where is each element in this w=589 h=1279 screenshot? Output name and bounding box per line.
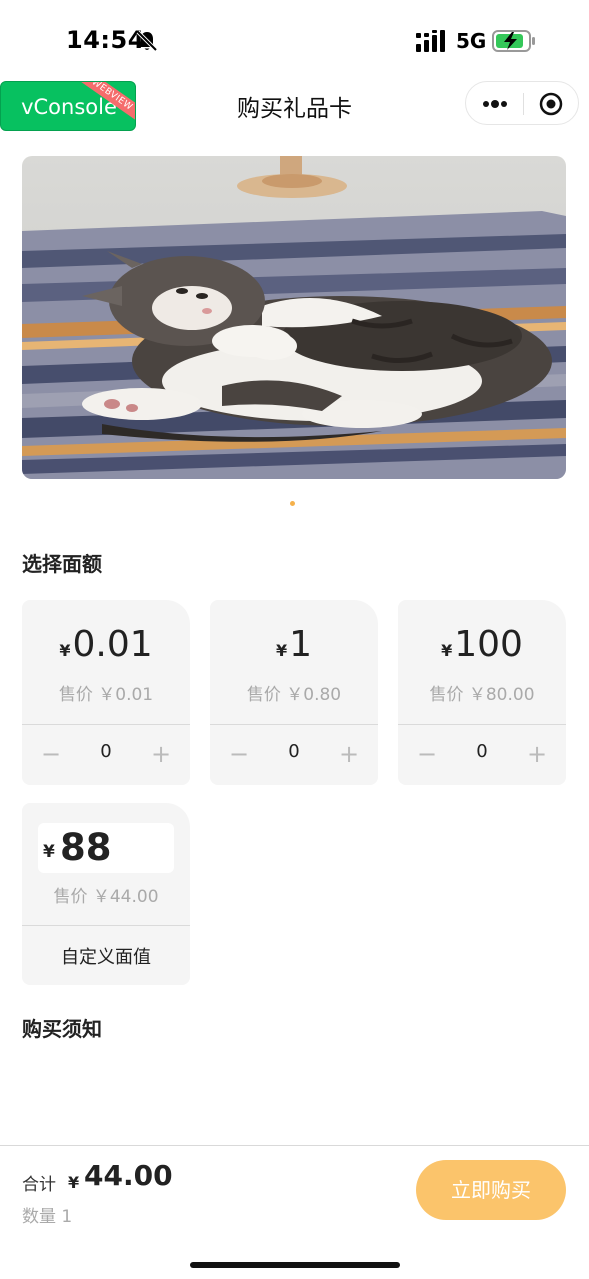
status-time: 14:54 (66, 26, 145, 54)
quantity-stepper: − 0 + (398, 725, 566, 785)
capsule-divider (523, 93, 524, 115)
denomination-section-title: 选择面额 (22, 552, 102, 576)
carousel-dot (290, 501, 295, 506)
mini-program-capsule (465, 81, 579, 125)
bell-slash-icon (136, 30, 158, 52)
decrement-button[interactable]: − (224, 739, 254, 769)
more-icon[interactable] (480, 90, 510, 118)
banner-image[interactable] (22, 156, 566, 479)
quantity-value: 0 (100, 741, 112, 762)
notice-section-title: 购买须知 (22, 1017, 102, 1041)
denomination-card[interactable]: ¥0.01 售价 ￥0.01 − 0 + (22, 600, 190, 785)
custom-card-price: 售价 ￥44.00 (53, 887, 159, 907)
card-face-value: ¥100 (398, 624, 566, 665)
face-value: 100 (454, 624, 523, 665)
total-currency: ¥ (68, 1173, 80, 1192)
denomination-card[interactable]: ¥100 售价 ￥80.00 − 0 + (398, 600, 566, 785)
nav-bar: vConsole WEBVIEW 购买礼品卡 (0, 80, 589, 131)
denomination-card[interactable]: ¥1 售价 ￥0.80 − 0 + (210, 600, 378, 785)
quantity-stepper: − 0 + (210, 725, 378, 785)
status-bar: 14:54 5G (0, 0, 589, 84)
increment-button[interactable]: + (146, 739, 176, 769)
increment-button[interactable]: + (522, 739, 552, 769)
kitten-photo (22, 156, 566, 479)
buy-now-button[interactable]: 立即购买 (416, 1160, 566, 1220)
card-price: 售价 ￥80.00 (429, 685, 535, 705)
custom-denomination-card[interactable]: ¥ 88 售价 ￥44.00 自定义面值 (22, 803, 190, 985)
card-price: 售价 ￥0.01 (58, 685, 154, 705)
total-amount: 44.00 (84, 1159, 173, 1192)
custom-value-label[interactable]: 自定义面值 (22, 943, 190, 969)
increment-button[interactable]: + (334, 739, 364, 769)
custom-amount-value: 88 (60, 826, 112, 869)
quantity-value: 0 (476, 741, 488, 762)
network-label: 5G (456, 29, 487, 53)
card-face-value: ¥0.01 (22, 624, 190, 665)
currency-symbol: ¥ (441, 641, 453, 660)
card-divider (22, 925, 190, 926)
decrement-button[interactable]: − (36, 739, 66, 769)
face-value: 0.01 (72, 624, 153, 665)
card-price: 售价 ￥0.80 (246, 685, 342, 705)
currency-symbol: ¥ (275, 641, 288, 660)
card-face-value: ¥1 (210, 624, 378, 665)
currency-symbol: ¥ (59, 641, 71, 660)
battery-charging-icon (492, 30, 535, 52)
home-indicator[interactable] (190, 1262, 400, 1268)
quantity-summary: 数量 1 (22, 1207, 73, 1227)
decrement-button[interactable]: − (412, 739, 442, 769)
checkout-bar: 合计 ¥ 44.00 数量 1 立即购买 (0, 1145, 589, 1279)
quantity-stepper: − 0 + (22, 725, 190, 785)
currency-symbol: ¥ (43, 842, 55, 862)
total-label: 合计 (22, 1175, 56, 1195)
close-target-icon[interactable] (538, 91, 564, 117)
face-value: 1 (289, 624, 313, 665)
custom-amount-input[interactable]: ¥ 88 (38, 823, 174, 873)
signal-icon (416, 30, 445, 52)
quantity-value: 0 (288, 741, 300, 762)
